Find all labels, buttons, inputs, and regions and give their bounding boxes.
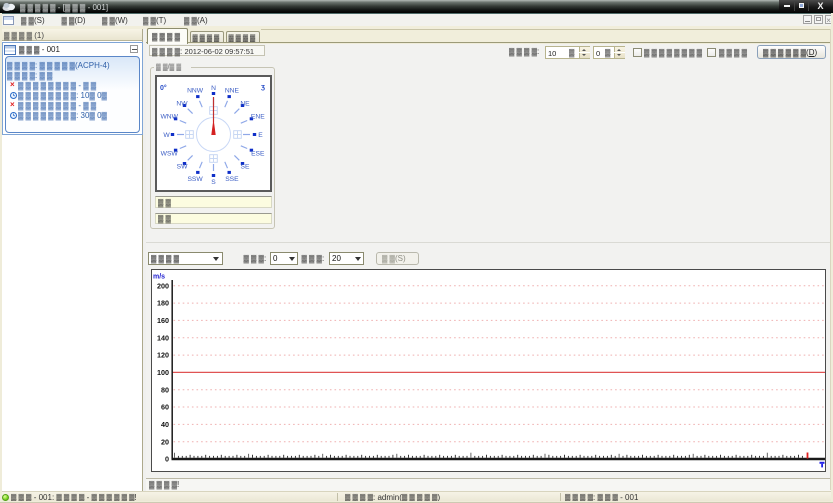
- svg-text:WNW: WNW: [160, 114, 178, 121]
- svg-text:NE: NE: [240, 100, 250, 107]
- svg-text:0°: 0°: [160, 84, 167, 92]
- svg-text:WSW: WSW: [160, 150, 178, 157]
- svg-text:SE: SE: [240, 163, 249, 170]
- svg-text:NNW: NNW: [187, 88, 204, 95]
- svg-text:0: 0: [165, 455, 169, 464]
- svg-text:ENE: ENE: [250, 114, 264, 121]
- svg-text:SW: SW: [176, 163, 187, 170]
- svg-text:200: 200: [157, 281, 169, 290]
- svg-text:160: 160: [157, 316, 169, 325]
- svg-text:ʒ: ʒ: [261, 82, 265, 91]
- svg-text:60: 60: [161, 403, 169, 412]
- svg-text:40: 40: [161, 420, 169, 429]
- svg-text:m/s: m/s: [153, 274, 165, 281]
- svg-text:180: 180: [157, 299, 169, 308]
- svg-text:140: 140: [157, 333, 169, 342]
- svg-text:S: S: [211, 179, 216, 186]
- svg-text:NW: NW: [176, 100, 188, 107]
- svg-text:ESE: ESE: [251, 150, 265, 157]
- svg-text:SSE: SSE: [225, 176, 239, 183]
- svg-text:100: 100: [157, 368, 169, 377]
- svg-text:80: 80: [161, 385, 169, 394]
- svg-text:W: W: [163, 132, 170, 139]
- svg-text:E: E: [258, 132, 263, 139]
- svg-text:NNE: NNE: [224, 88, 239, 95]
- svg-text:N: N: [211, 85, 216, 92]
- svg-text:SSW: SSW: [187, 176, 203, 183]
- svg-text:20: 20: [161, 437, 169, 446]
- svg-text:120: 120: [157, 351, 169, 360]
